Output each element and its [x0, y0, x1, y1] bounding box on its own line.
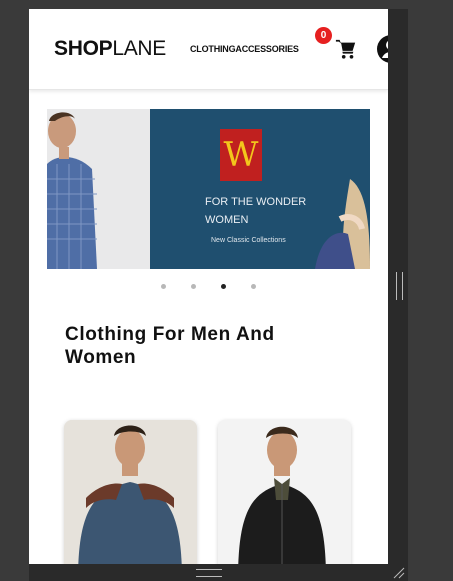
banner-promo-panel: W FOR THE WONDER WOMEN New Classic Colle…: [150, 109, 370, 269]
app-viewport: SHOPLANE CLOTHINGACCESSORIES 0 W FOR THE…: [29, 9, 388, 564]
cart-icon[interactable]: [335, 38, 357, 60]
banner-headline: FOR THE WONDER WOMEN: [205, 193, 325, 229]
carousel-dot-1[interactable]: [161, 284, 166, 289]
banner-subtext: New Classic Collections: [211, 237, 286, 244]
woman-figure-illustration: [315, 179, 370, 269]
product-image: [218, 420, 351, 564]
resize-corner-icon[interactable]: [391, 565, 405, 579]
carousel-dot-3[interactable]: [221, 284, 226, 289]
banner-headline-line1: FOR THE WONDER: [205, 196, 307, 208]
carousel-dot-2[interactable]: [191, 284, 196, 289]
logo-shop: SHOP: [54, 37, 113, 60]
nav-clothing-link[interactable]: CLOTHING: [190, 44, 236, 54]
resize-handle-vertical[interactable]: [396, 272, 403, 300]
logo-lane: LANE: [112, 37, 166, 60]
section-title: Clothing For Men And Women: [65, 324, 275, 368]
carousel-dots: [158, 284, 258, 292]
resize-handle-horizontal[interactable]: [196, 569, 222, 577]
banner-headline-line2: WOMEN: [205, 214, 249, 226]
user-icon[interactable]: [376, 34, 388, 64]
carousel-dot-4[interactable]: [251, 284, 256, 289]
banner-man-photo: [47, 109, 150, 269]
product-image: [64, 420, 197, 564]
man-figure-illustration: [47, 109, 150, 269]
brand-logo: W: [220, 129, 262, 181]
main-nav: CLOTHINGACCESSORIES: [190, 44, 299, 54]
product-card[interactable]: [218, 420, 351, 564]
cart-count-badge: 0: [315, 27, 332, 44]
logo[interactable]: SHOPLANE: [54, 37, 166, 61]
nav-accessories-link[interactable]: ACCESSORIES: [235, 44, 299, 54]
hero-carousel[interactable]: W FOR THE WONDER WOMEN New Classic Colle…: [47, 109, 370, 269]
top-header: SHOPLANE CLOTHINGACCESSORIES 0: [29, 9, 388, 90]
product-card[interactable]: [64, 420, 197, 564]
